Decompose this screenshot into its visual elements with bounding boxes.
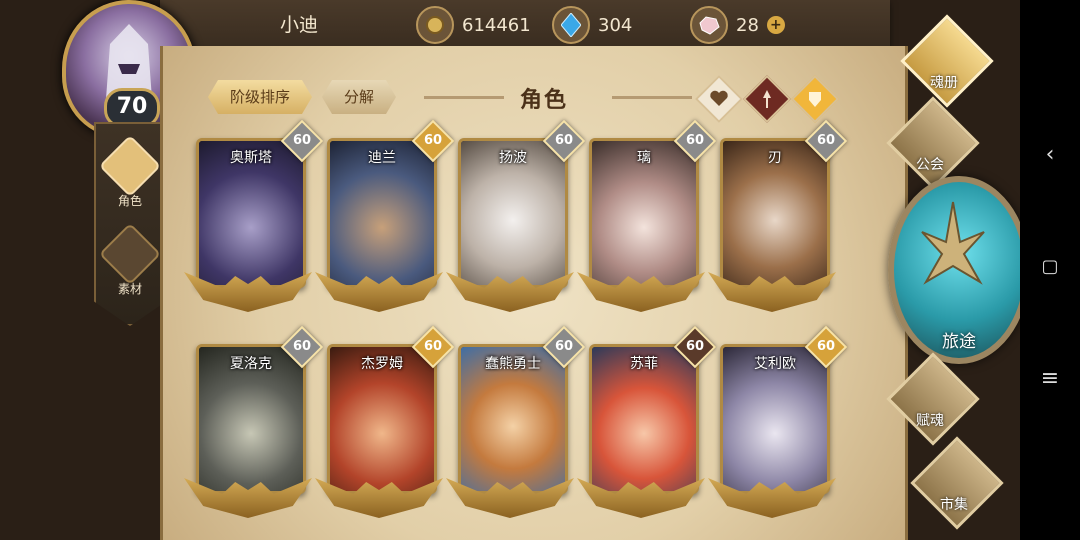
tab-decompose[interactable]: 分解 — [322, 80, 396, 114]
character-level: 60 — [292, 133, 312, 148]
crystal-value: 304 — [598, 14, 633, 36]
player-name: 小迪 — [280, 14, 319, 36]
market-label: 市集 — [940, 497, 968, 513]
character-card-dilan[interactable]: 迪兰 — [327, 138, 437, 288]
market-icon — [910, 436, 1004, 530]
sword-icon — [763, 90, 771, 108]
character-card-osta[interactable]: 奥斯塔 — [196, 138, 306, 288]
character-level: 60 — [685, 339, 705, 354]
blue-crystal-icon — [552, 6, 590, 44]
fusoul-button[interactable]: 赋魂 — [882, 352, 980, 446]
character-name: 蠢熊勇士 — [485, 356, 541, 372]
nav-characters[interactable]: 角色 — [98, 134, 162, 209]
character-card-sophie[interactable]: 苏菲 — [589, 344, 699, 494]
tab-sort-by-rank[interactable]: 阶级排序 — [208, 80, 312, 114]
character-name: 璃 — [637, 150, 651, 166]
character-name: 夏洛克 — [230, 356, 272, 372]
character-card-bear-warrior[interactable]: 蠢熊勇士 — [458, 344, 568, 494]
character-card-ren[interactable]: 刃 — [720, 138, 830, 288]
character-level: 60 — [816, 133, 836, 148]
soulbook-icon — [900, 14, 994, 108]
character-card-li[interactable]: 璃 — [589, 138, 699, 288]
shield-icon — [809, 92, 821, 107]
character-level: 60 — [423, 133, 443, 148]
fusoul-icon — [886, 352, 980, 446]
character-level: 60 — [423, 339, 443, 354]
heart-icon — [710, 90, 728, 106]
coin-counter: 614461 — [416, 6, 531, 44]
page-title: 角色 — [520, 88, 569, 113]
character-name: 迪兰 — [368, 150, 396, 166]
gem-value: 28 — [736, 14, 759, 36]
character-name: 苏菲 — [630, 356, 658, 372]
character-card-yangbo[interactable]: 扬波 — [458, 138, 568, 288]
gem-counter: 28 + — [690, 6, 785, 44]
coin-icon — [416, 6, 454, 44]
journey-label: 旅途 — [942, 332, 976, 352]
character-level: 60 — [554, 133, 574, 148]
mask-icon — [98, 134, 162, 198]
character-level: 60 — [292, 339, 312, 354]
character-name: 杰罗姆 — [361, 356, 403, 372]
character-name: 奥斯塔 — [230, 150, 272, 166]
character-name: 扬波 — [499, 150, 527, 166]
soulbook-button[interactable]: 魂册 — [896, 14, 994, 108]
nav-materials[interactable]: 素材 — [98, 222, 162, 297]
system-nav-bar: ‹ ▢ ≡ — [1020, 0, 1080, 540]
guild-label: 公会 — [916, 157, 944, 173]
character-name: 刃 — [768, 150, 782, 166]
left-nav: 角色 素材 — [94, 122, 166, 326]
home-icon[interactable]: ▢ — [1020, 256, 1080, 277]
crystal-counter: 304 — [552, 6, 632, 44]
character-card-sherlock[interactable]: 夏洛克 — [196, 344, 306, 494]
journey-emblem-icon — [921, 201, 985, 285]
journey-button[interactable]: 旅途 — [888, 176, 1030, 364]
character-level: 60 — [685, 133, 705, 148]
nav-characters-label: 角色 — [117, 194, 142, 208]
top-bar: 小迪 614461 304 28 + — [160, 0, 890, 49]
add-gem-button[interactable]: + — [766, 16, 785, 34]
market-button[interactable]: 市集 — [906, 436, 1004, 530]
wolf-icon — [98, 222, 162, 286]
fusoul-label: 赋魂 — [916, 413, 944, 429]
back-icon[interactable]: ‹ — [1020, 142, 1080, 167]
character-level: 60 — [554, 339, 574, 354]
character-card-jerome[interactable]: 杰罗姆 — [327, 344, 437, 494]
soulbook-label: 魂册 — [930, 75, 958, 91]
title-ornament-right — [612, 96, 692, 99]
character-name: 艾利欧 — [754, 356, 796, 372]
title-ornament-left — [424, 96, 504, 99]
pink-gem-icon — [690, 6, 728, 44]
coin-value: 614461 — [462, 14, 531, 36]
guild-button[interactable]: 公会 — [882, 96, 980, 190]
menu-icon[interactable]: ≡ — [1020, 366, 1080, 391]
nav-materials-label: 素材 — [117, 282, 142, 296]
character-level: 60 — [816, 339, 836, 354]
character-card-elio[interactable]: 艾利欧 — [720, 344, 830, 494]
